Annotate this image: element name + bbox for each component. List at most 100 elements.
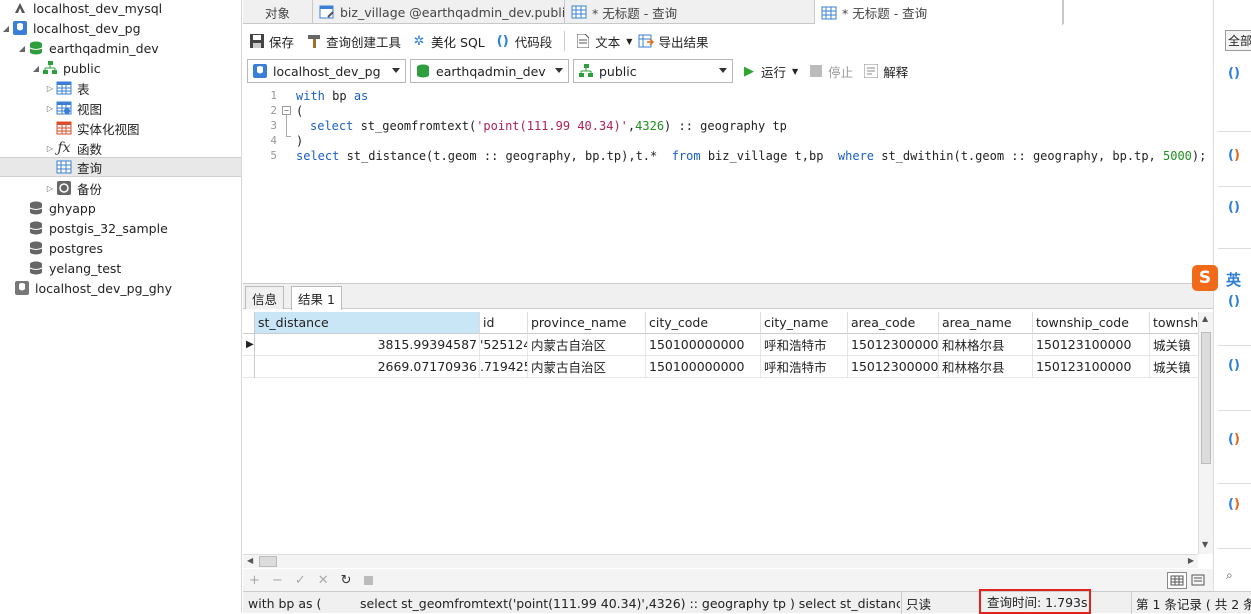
table-cell[interactable]: 呼和浩特市	[761, 334, 848, 356]
stop-icon[interactable]	[363, 575, 373, 585]
collapsed-arrow-icon[interactable]: ▷	[44, 84, 56, 93]
tree-item-postgres[interactable]: postgres	[0, 238, 241, 258]
ime-language-indicator[interactable]: 英	[1226, 269, 1241, 290]
tree-item-postgis-32-sample[interactable]: postgis_32_sample	[0, 218, 241, 238]
table-cell[interactable]: 城关镇	[1150, 334, 1198, 356]
table-cell[interactable]: 150123000000	[848, 334, 939, 356]
tree-item-functions[interactable]: ▷ ƒx 函数	[0, 138, 241, 158]
table-cell[interactable]: 150123100000	[1033, 356, 1150, 378]
table-cell[interactable]: 2669.07170936	[255, 356, 480, 378]
tree-item-localhost-dev-mysql[interactable]: localhost_dev_mysql	[0, 0, 241, 18]
table-cell[interactable]: 和林格尔县	[939, 356, 1033, 378]
horizontal-scrollbar[interactable]: ◀ ▶	[243, 554, 1198, 568]
snippet-item-icon[interactable]: ()	[1228, 432, 1240, 447]
tab-untitled-query-2[interactable]: * 无标题 - 查询	[815, 0, 1063, 25]
tab-biz-village-table[interactable]: biz_village @earthqadmin_dev.public...	[313, 0, 565, 24]
table-cell[interactable]: 150123000000	[848, 356, 939, 378]
tree-item-queries[interactable]: 查询	[0, 157, 241, 177]
tab-untitled-query-1[interactable]: * 无标题 - 查询	[565, 0, 815, 24]
database-select[interactable]: earthqadmin_dev	[410, 59, 569, 83]
table-cell[interactable]: 3815.99394587	[255, 334, 480, 356]
scroll-down-icon[interactable]: ▼	[1202, 540, 1208, 549]
column-header-st-distance[interactable]: st_distance	[255, 312, 480, 334]
tree-item-materialized-views[interactable]: 实体化视图	[0, 118, 241, 138]
explain-button[interactable]: 解释	[863, 62, 908, 81]
schema-select[interactable]: public	[573, 59, 733, 83]
column-header-city-name[interactable]: city_name	[761, 312, 848, 334]
expanded-arrow-icon[interactable]: ◢	[0, 24, 12, 33]
scrollbar-thumb[interactable]	[259, 556, 277, 567]
tree-item-public[interactable]: ◢ public	[0, 58, 241, 78]
snippet-item-icon[interactable]: ()	[1228, 294, 1240, 309]
row-header[interactable]	[243, 356, 255, 378]
export-results-button[interactable]: 导出结果	[638, 32, 708, 51]
tree-item-yelang-test[interactable]: yelang_test	[0, 258, 241, 278]
run-button[interactable]: ▶ 运行 ▼	[741, 62, 798, 81]
vertical-scrollbar[interactable]: ▲ ▼	[1198, 312, 1213, 554]
snippet-item-icon[interactable]: ()	[1228, 358, 1240, 373]
fold-toggle-icon[interactable]: −	[282, 106, 291, 115]
sql-editor[interactable]: 1 2 3 4 5 − with bp as ( select st_geomf…	[243, 86, 1213, 282]
expanded-arrow-icon[interactable]: ◢	[16, 44, 28, 53]
snippet-item-icon[interactable]: ()	[1228, 148, 1240, 163]
expanded-arrow-icon[interactable]: ◢	[30, 64, 42, 73]
text-button[interactable]: 文本 ▼	[575, 32, 632, 51]
table-cell[interactable]: 150123100000	[1033, 334, 1150, 356]
tree-item-tables[interactable]: ▷ 表	[0, 78, 241, 98]
search-icon[interactable]: ⌕	[1226, 568, 1233, 583]
collapsed-arrow-icon[interactable]: ▷	[44, 184, 56, 193]
table-cell[interactable]: 150100000000	[646, 356, 761, 378]
tree-item-backups[interactable]: ▷ 备份	[0, 178, 241, 198]
add-record-icon[interactable]: +	[249, 573, 260, 588]
table-cell[interactable]: 内蒙古自治区	[528, 334, 646, 356]
delete-record-icon[interactable]: −	[272, 573, 283, 588]
collapsed-arrow-icon[interactable]: ▷	[44, 144, 56, 153]
table-cell[interactable]: 城关镇	[1150, 356, 1198, 378]
grid-view-icon[interactable]	[1167, 571, 1187, 589]
beautify-sql-button[interactable]: ✲ 美化 SQL	[411, 32, 485, 51]
column-header-area-code[interactable]: area_code	[848, 312, 939, 334]
column-header-area-name[interactable]: area_name	[939, 312, 1033, 334]
stop-button[interactable]: 停止	[808, 62, 853, 81]
tree-item-localhost-dev-pg-ghy[interactable]: localhost_dev_pg_ghy	[0, 278, 241, 298]
save-button[interactable]: 保存	[249, 32, 294, 51]
scrollbar-thumb[interactable]	[1201, 332, 1211, 464]
column-header-city-code[interactable]: city_code	[646, 312, 761, 334]
table-cell[interactable]: 呼和浩特市	[761, 356, 848, 378]
discard-x-icon[interactable]: ✕	[318, 573, 329, 588]
table-cell[interactable]: '525124	[480, 334, 528, 356]
scroll-up-icon[interactable]: ▲	[1202, 314, 1208, 323]
snippet-button[interactable]: () 代码段	[495, 32, 552, 51]
tree-item-earthqadmin-dev[interactable]: ◢ earthqadmin_dev	[0, 38, 241, 58]
table-cell[interactable]: 内蒙古自治区	[528, 356, 646, 378]
query-builder-button[interactable]: 查询创建工具	[306, 32, 401, 51]
connection-select[interactable]: localhost_dev_pg	[247, 59, 406, 83]
tab-objects[interactable]: 对象	[243, 0, 313, 24]
apply-check-icon[interactable]: ✓	[295, 573, 306, 588]
table-cell[interactable]: 和林格尔县	[939, 334, 1033, 356]
refresh-icon[interactable]: ↻	[341, 573, 352, 588]
search-area[interactable]	[1063, 0, 1213, 24]
snippet-item-icon[interactable]: ()	[1228, 497, 1240, 512]
column-header-province-name[interactable]: province_name	[528, 312, 646, 334]
collapsed-arrow-icon[interactable]: ▷	[44, 104, 56, 113]
tab-result-1[interactable]: 结果 1	[291, 286, 342, 310]
scroll-left-icon[interactable]: ◀	[247, 556, 253, 565]
snippet-item-icon[interactable]: ()	[1228, 66, 1240, 81]
current-row-indicator-icon[interactable]: ▶	[243, 334, 255, 356]
ime-sogou-icon[interactable]: S	[1192, 265, 1218, 291]
column-header-township[interactable]: townsh	[1150, 312, 1198, 334]
column-header-township-code[interactable]: township_code	[1033, 312, 1150, 334]
tree-item-views[interactable]: ▷ 视图	[0, 98, 241, 118]
tab-info[interactable]: 信息	[245, 286, 285, 309]
tree-item-localhost-dev-pg[interactable]: ◢ localhost_dev_pg	[0, 18, 241, 38]
table-cell[interactable]: 150100000000	[646, 334, 761, 356]
tree-item-ghyapp[interactable]: ghyapp	[0, 198, 241, 218]
column-header-id[interactable]: id	[480, 312, 528, 334]
scroll-right-icon[interactable]: ▶	[1188, 556, 1194, 565]
dropdown-arrow-icon[interactable]: ▼	[792, 67, 798, 76]
snippet-item-icon[interactable]: ()	[1228, 200, 1240, 215]
form-view-icon[interactable]	[1191, 573, 1205, 587]
show-all-button[interactable]: 全部	[1225, 30, 1251, 51]
table-cell[interactable]: .719425	[480, 356, 528, 378]
